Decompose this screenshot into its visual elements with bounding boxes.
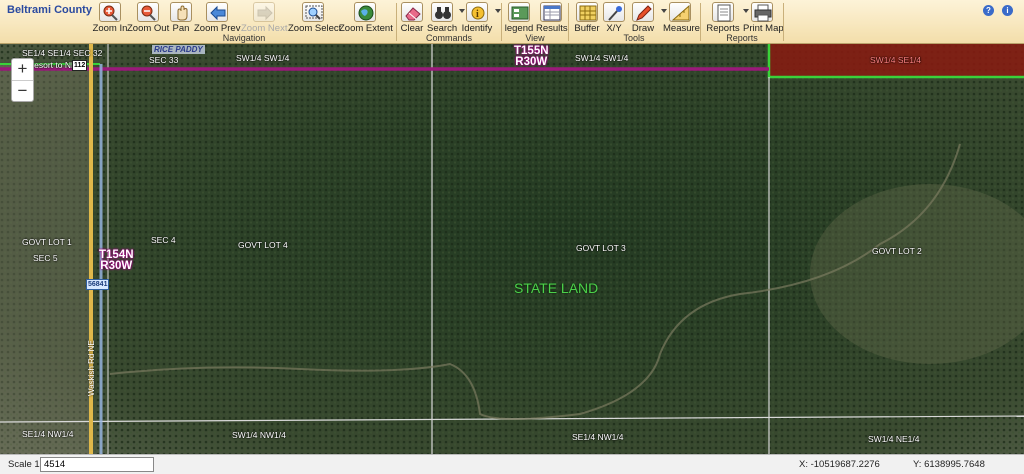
- range-number: R30W: [515, 56, 548, 68]
- map-overlay: [0, 44, 1024, 454]
- pencil-icon: [632, 2, 654, 22]
- help-icon[interactable]: ?: [983, 5, 994, 16]
- identify-icon: i: [466, 2, 488, 22]
- state-land-label: STATE LAND: [514, 280, 599, 296]
- map-view[interactable]: SE1/4 SE1/4 SEC 32 Resort to NE 112 SEC …: [0, 44, 1024, 454]
- parcel-label: GOVT LOT 2: [872, 246, 922, 256]
- eraser-icon: [401, 2, 423, 22]
- section-label: SEC 33: [149, 55, 179, 65]
- view-group: legend Results View: [502, 0, 568, 44]
- section-label: SEC 4: [151, 235, 176, 245]
- ruler-icon: [669, 2, 691, 22]
- tools-group: Buffer X/Y Draw Measure Tools: [569, 0, 700, 44]
- parcel-label: SE1/4 NW1/4: [22, 429, 74, 439]
- route-shield: 56841: [86, 279, 110, 290]
- place-label: RICE PADDY: [152, 45, 205, 54]
- clear-button[interactable]: Clear: [399, 2, 425, 34]
- print-map-button[interactable]: Print Map: [743, 2, 784, 34]
- reports-icon: [712, 2, 734, 22]
- zoom-in-map-button[interactable]: +: [12, 59, 33, 80]
- parcel-label: GOVT LOT 4: [238, 240, 288, 250]
- parcel-label: SE1/4 NW1/4: [572, 432, 624, 442]
- range-number: R30W: [100, 260, 133, 272]
- xy-button[interactable]: X/Y: [602, 2, 626, 34]
- parcel-label: SE1/4 SE1/4 SEC 32: [22, 48, 103, 58]
- buffer-button[interactable]: Buffer: [573, 2, 601, 34]
- commands-group: Clear Search i Identify Commands: [397, 0, 501, 44]
- scale-label: Scale 1:: [8, 459, 43, 470]
- results-button[interactable]: Results: [536, 2, 568, 34]
- tools-group-title: Tools: [623, 33, 645, 43]
- arrow-left-icon: [206, 2, 228, 22]
- printer-icon: [751, 2, 773, 22]
- draw-button[interactable]: Draw: [627, 2, 667, 34]
- reports-group: Reports Print Map Reports: [701, 0, 784, 44]
- search-button[interactable]: Search: [427, 2, 465, 34]
- view-group-title: View: [525, 33, 545, 43]
- place-label: Resort to NE: [28, 60, 77, 70]
- commands-group-title: Commands: [425, 33, 472, 43]
- zoom-extent-button[interactable]: Zoom Extent: [339, 2, 393, 34]
- identify-button[interactable]: i Identify: [461, 2, 501, 34]
- scale-input[interactable]: [40, 457, 154, 472]
- info-icon[interactable]: i: [1002, 5, 1013, 16]
- measure-button[interactable]: Measure: [663, 2, 700, 34]
- zoom-control: + −: [11, 58, 34, 102]
- binoculars-icon: [431, 2, 453, 22]
- svg-text:i: i: [476, 9, 479, 20]
- township-label: T154N R30W: [99, 249, 134, 272]
- township-label: T155N R30W: [514, 45, 549, 68]
- arrow-right-icon: [253, 2, 275, 22]
- zoom-out-map-button[interactable]: −: [12, 80, 33, 101]
- section-label: SEC 5: [33, 253, 58, 263]
- globe-icon: [354, 2, 376, 22]
- pan-button[interactable]: Pan: [170, 2, 192, 34]
- route-shield: 112: [72, 60, 88, 71]
- xy-pin-icon: [603, 2, 625, 22]
- toolbar-divider: [783, 3, 784, 41]
- parcel-label: GOVT LOT 1: [22, 237, 72, 247]
- results-table-icon: [540, 2, 562, 22]
- navigation-group: Zoom In Zoom Out Pan Zoom Prev Zoom Next: [88, 0, 400, 44]
- buffer-grid-icon: [576, 2, 598, 22]
- parcel-label: SW1/4 NE1/4: [868, 434, 920, 444]
- road-label: Waskish Rd NE: [87, 340, 96, 396]
- zoom-select-button[interactable]: Zoom Select: [288, 2, 341, 34]
- pan-hand-icon: [170, 2, 192, 22]
- reports-group-title: Reports: [726, 33, 758, 43]
- reports-button[interactable]: Reports: [705, 2, 749, 34]
- zoom-in-icon: [99, 2, 121, 22]
- parcel-label: SW1/4 SE1/4: [870, 55, 922, 65]
- zoom-next-button[interactable]: Zoom Next: [241, 2, 287, 34]
- zoom-prev-button[interactable]: Zoom Prev: [194, 2, 240, 34]
- status-bar: Scale 1: X: -10519687.2276 Y: 6138995.76…: [0, 454, 1024, 474]
- parcel-label: SW1/4 SW1/4: [236, 53, 290, 63]
- zoom-in-button[interactable]: Zoom In: [91, 2, 129, 34]
- zoom-out-icon: [137, 2, 159, 22]
- zoom-out-button[interactable]: Zoom Out: [127, 2, 169, 34]
- x-coordinate: X: -10519687.2276: [799, 459, 880, 470]
- navigation-group-title: Navigation: [222, 33, 266, 43]
- parcel-label: GOVT LOT 3: [576, 243, 626, 253]
- app-title: Beltrami County: [7, 4, 92, 16]
- y-coordinate: Y: 6138995.7648: [913, 459, 985, 470]
- parcel-label: SW1/4 SW1/4: [575, 53, 629, 63]
- legend-icon: [508, 2, 530, 22]
- legend-button[interactable]: legend: [504, 2, 534, 34]
- zoom-select-icon: [302, 2, 324, 22]
- main-toolbar: Beltrami County Zoom In Zoom Out Pan Zoo…: [0, 0, 1024, 44]
- parcel-label: SW1/4 NW1/4: [232, 430, 286, 440]
